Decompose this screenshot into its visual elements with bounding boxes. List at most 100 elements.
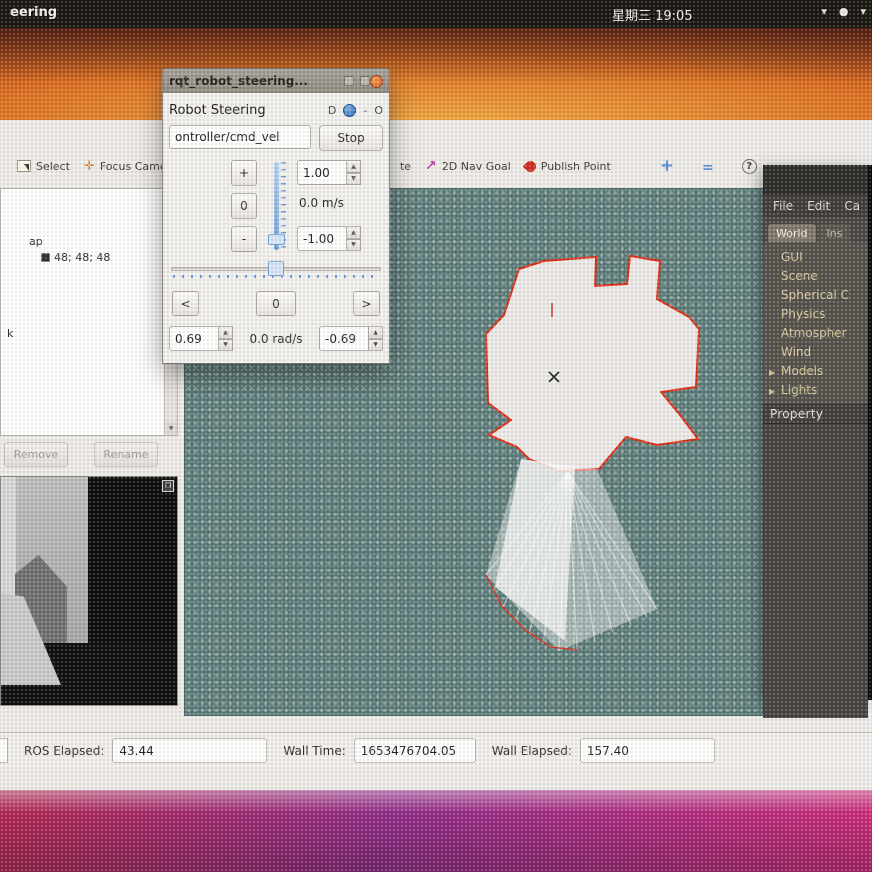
stop-button[interactable]: Stop <box>319 125 383 151</box>
tree-item-wind[interactable]: Wind <box>763 343 868 362</box>
nav-goal-icon <box>425 158 437 174</box>
gazebo-menu-edit[interactable]: Edit <box>807 199 830 213</box>
clock[interactable]: 星期三 19:05 <box>612 5 693 24</box>
ros-elapsed-label: ROS Elapsed: <box>24 744 104 758</box>
power-icon[interactable]: ● <box>839 5 849 18</box>
angular-buttons-row: < 0 > <box>169 291 383 316</box>
spin-buttons <box>347 226 361 251</box>
session-menu-icon[interactable]: ▾ <box>860 5 866 18</box>
collapse-icon[interactable]: - <box>363 104 367 117</box>
tree-item-physics-label: Physics <box>781 307 825 321</box>
remove-button[interactable]: Remove <box>4 442 68 467</box>
tree-item-atmosphere[interactable]: Atmospher <box>763 324 868 343</box>
linear-max-spinbox[interactable]: 1.00 <box>297 160 361 185</box>
partial-tool-label: te <box>400 160 411 173</box>
remove-tool-icon[interactable] <box>702 157 714 176</box>
wall-time-field[interactable]: 1653476704.05 <box>354 738 476 763</box>
linear-max-value[interactable]: 1.00 <box>297 160 347 185</box>
gazebo-menu-partial[interactable]: Ca <box>844 199 860 213</box>
tab-world[interactable]: World <box>768 224 816 242</box>
dock-icon[interactable]: D <box>328 104 336 117</box>
spin-down-icon[interactable] <box>347 239 361 252</box>
linear-decrease-button[interactable]: - <box>231 226 257 252</box>
expand-icon[interactable]: ▶ <box>769 364 775 381</box>
tree-item-lights[interactable]: ▶Lights <box>763 381 868 400</box>
plugin-close-icon[interactable]: O <box>374 104 383 117</box>
linear-velocity-slider[interactable] <box>267 162 289 250</box>
nav-goal-label: 2D Nav Goal <box>442 160 511 173</box>
ros-elapsed-field[interactable]: 43.44 <box>112 738 267 763</box>
spin-up-icon[interactable] <box>219 326 233 339</box>
partial-field[interactable] <box>0 738 8 763</box>
angular-zero-button[interactable]: 0 <box>256 291 296 316</box>
spin-up-icon[interactable] <box>369 326 383 339</box>
angular-max-value[interactable]: 0.69 <box>169 326 219 351</box>
linear-increase-button[interactable]: + <box>231 160 257 186</box>
tree-item-spherical[interactable]: Spherical C <box>763 286 868 305</box>
tree-row-k-label: k <box>7 327 13 340</box>
angular-velocity-slider[interactable] <box>171 261 381 278</box>
tree-item-scene[interactable]: Scene <box>763 267 868 286</box>
add-tool-icon[interactable] <box>660 156 674 176</box>
tree-item-models-label: Models <box>781 364 823 378</box>
tree-item-gui-label: GUI <box>781 250 803 264</box>
linear-min-value[interactable]: -1.00 <box>297 226 347 251</box>
tree-item-spherical-label: Spherical C <box>781 288 849 302</box>
angular-right-button[interactable]: > <box>353 291 380 316</box>
angular-max-spinbox[interactable]: 0.69 <box>169 326 233 351</box>
tree-row-k[interactable]: k <box>7 327 13 340</box>
close-icon[interactable] <box>370 75 383 88</box>
spin-down-icon[interactable] <box>219 339 233 352</box>
partial-tool-button[interactable]: te <box>393 153 418 179</box>
help-icon[interactable] <box>742 159 757 174</box>
tab-insert[interactable]: Ins <box>819 224 851 242</box>
displays-buttons: Remove Rename <box>4 442 158 467</box>
angular-limits-row: 0.69 0.0 rad/s -0.69 <box>169 326 383 351</box>
tree-item-models[interactable]: ▶ Models <box>763 362 868 381</box>
sound-icon[interactable]: ▾ <box>821 5 827 18</box>
spin-buttons <box>369 326 383 351</box>
rviz-window: Select Focus Camera te 2D Nav Goal Publi… <box>0 120 872 790</box>
gazebo-3d-view-edge <box>868 165 872 700</box>
angular-min-spinbox[interactable]: -0.69 <box>319 326 383 351</box>
angular-current-label: 0.0 rad/s <box>239 332 313 346</box>
select-tool-button[interactable]: Select <box>10 153 77 179</box>
plugin-title: Robot Steering <box>169 103 321 118</box>
gazebo-tabs: World Ins <box>763 217 868 242</box>
slider-handle[interactable] <box>268 261 284 276</box>
settings-globe-icon[interactable] <box>343 104 356 117</box>
publish-point-tool-button[interactable]: Publish Point <box>518 153 618 179</box>
robot-steering-window: rqt_robot_steering... Robot Steering D -… <box>162 68 390 364</box>
rename-button[interactable]: Rename <box>94 442 158 467</box>
rviz-toolbar: Select Focus Camera te 2D Nav Goal Publi… <box>0 148 872 184</box>
spin-up-icon[interactable] <box>347 226 361 239</box>
angular-left-button[interactable]: < <box>172 291 199 316</box>
undock-icon[interactable] <box>162 480 174 492</box>
minimize-icon[interactable] <box>344 76 354 86</box>
tree-row-map[interactable]: ap <box>29 235 43 248</box>
nav-goal-tool-button[interactable]: 2D Nav Goal <box>418 153 518 179</box>
top-menubar: eering 星期三 19:05 ▾ ● ▾ <box>0 0 872 28</box>
scroll-down-icon[interactable] <box>165 422 177 435</box>
spin-down-icon[interactable] <box>347 173 361 186</box>
tree-row-color[interactable]: 48; 48; 48 <box>41 251 110 264</box>
linear-zero-button[interactable]: 0 <box>231 193 257 219</box>
system-tray[interactable]: ▾ ● ▾ <box>821 5 866 18</box>
wall-elapsed-value: 157.40 <box>587 744 629 758</box>
wall-elapsed-field[interactable]: 157.40 <box>580 738 715 763</box>
spin-up-icon[interactable] <box>347 160 361 173</box>
gazebo-menu-file[interactable]: File <box>773 199 793 213</box>
expand-icon[interactable]: ▶ <box>769 383 775 400</box>
slider-handle[interactable] <box>268 234 285 245</box>
tree-item-physics[interactable]: Physics <box>763 305 868 324</box>
linear-min-spinbox[interactable]: -1.00 <box>297 226 361 251</box>
tree-item-atmosphere-label: Atmospher <box>781 326 847 340</box>
angular-min-value[interactable]: -0.69 <box>319 326 369 351</box>
topic-input[interactable]: ontroller/cmd_vel <box>169 125 311 149</box>
displays-panel: ap 48; 48; 48 k <box>0 188 178 436</box>
steering-titlebar[interactable]: rqt_robot_steering... <box>163 69 389 93</box>
spin-buttons <box>347 160 361 185</box>
tree-item-gui[interactable]: GUI <box>763 248 868 267</box>
maximize-icon[interactable] <box>360 76 370 86</box>
spin-down-icon[interactable] <box>369 339 383 352</box>
